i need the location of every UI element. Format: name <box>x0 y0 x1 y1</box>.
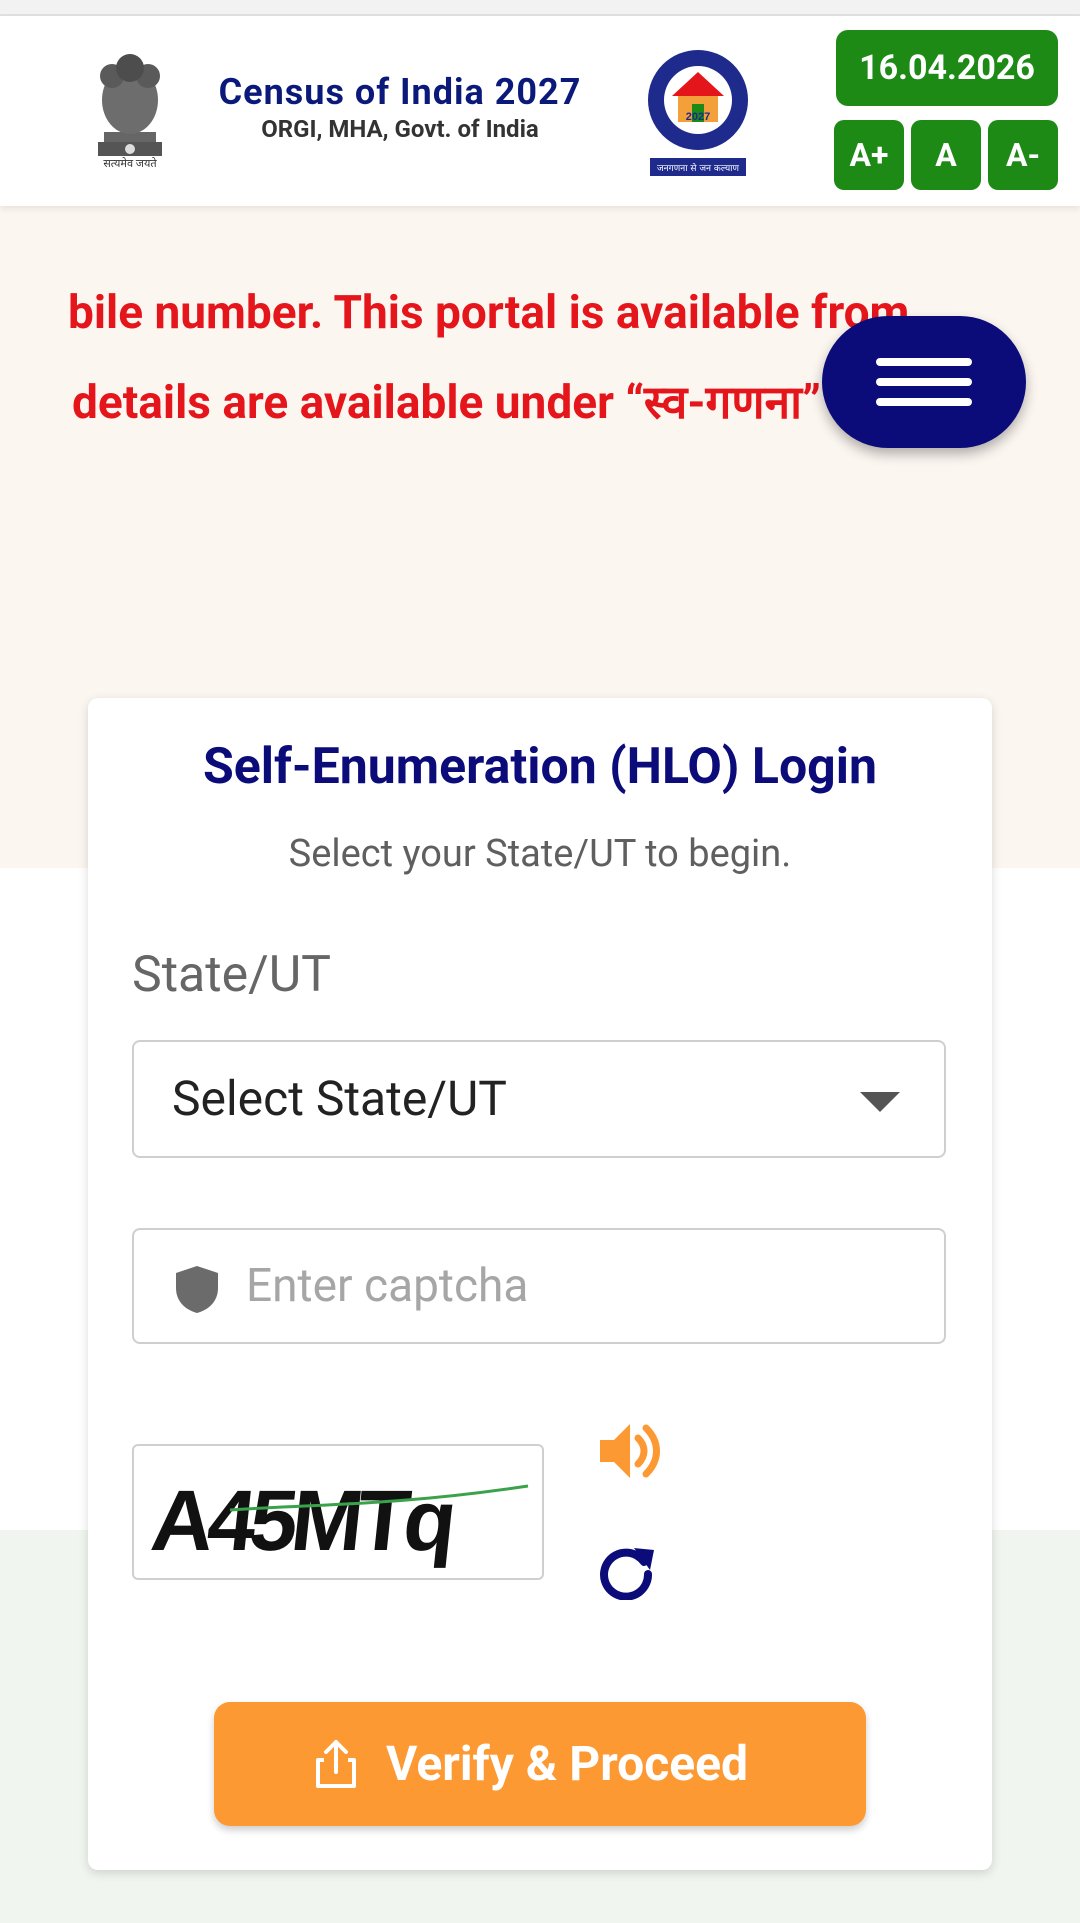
font-decrease-button[interactable]: A- <box>988 120 1058 190</box>
login-title: Self-Enumeration (HLO) Login <box>203 738 877 796</box>
site-header: सत्यमेव जयते Census of India 2027 ORGI, … <box>0 16 1080 206</box>
menu-button[interactable] <box>822 316 1026 448</box>
header-title-block: Census of India 2027 ORGI, MHA, Govt. of… <box>190 70 610 144</box>
page-title: Census of India 2027 <box>218 71 582 113</box>
refresh-icon[interactable] <box>596 1540 656 1600</box>
census-logo-icon: 2027 जनगणना से जन कल्याण <box>648 50 748 176</box>
logo-tagline: जनगणना से जन कल्याण <box>657 162 739 174</box>
captcha-image: A45MTq <box>132 1444 544 1580</box>
state-select-value: Select State/UT <box>172 1070 507 1127</box>
font-normal-button[interactable]: A <box>911 120 981 190</box>
logo-year: 2027 <box>686 111 710 123</box>
date-badge: 16.04.2026 <box>836 30 1058 106</box>
font-increase-button[interactable]: A+ <box>834 120 904 190</box>
captcha-input[interactable] <box>246 1230 926 1342</box>
state-select[interactable]: Select State/UT <box>132 1040 946 1158</box>
emblem-motto: सत्यमेव जयते <box>103 157 157 170</box>
share-icon <box>316 1740 356 1788</box>
chevron-down-icon <box>860 1092 900 1112</box>
captcha-field[interactable] <box>132 1228 946 1344</box>
login-subtitle: Select your State/UT to begin. <box>288 832 792 876</box>
state-label: State/UT <box>132 946 331 1004</box>
status-edge <box>0 0 1080 16</box>
captcha-graphic: A45MTq <box>147 1473 529 1569</box>
verify-proceed-label: Verify & Proceed <box>386 1735 749 1792</box>
audio-icon[interactable] <box>596 1420 660 1482</box>
shield-icon <box>176 1266 218 1313</box>
login-card: Self-Enumeration (HLO) Login Select your… <box>88 698 992 1870</box>
verify-proceed-button[interactable]: Verify & Proceed <box>214 1702 866 1826</box>
captcha-text: A45MTq <box>147 1473 456 1569</box>
page-subtitle: ORGI, MHA, Govt. of India <box>261 115 539 143</box>
